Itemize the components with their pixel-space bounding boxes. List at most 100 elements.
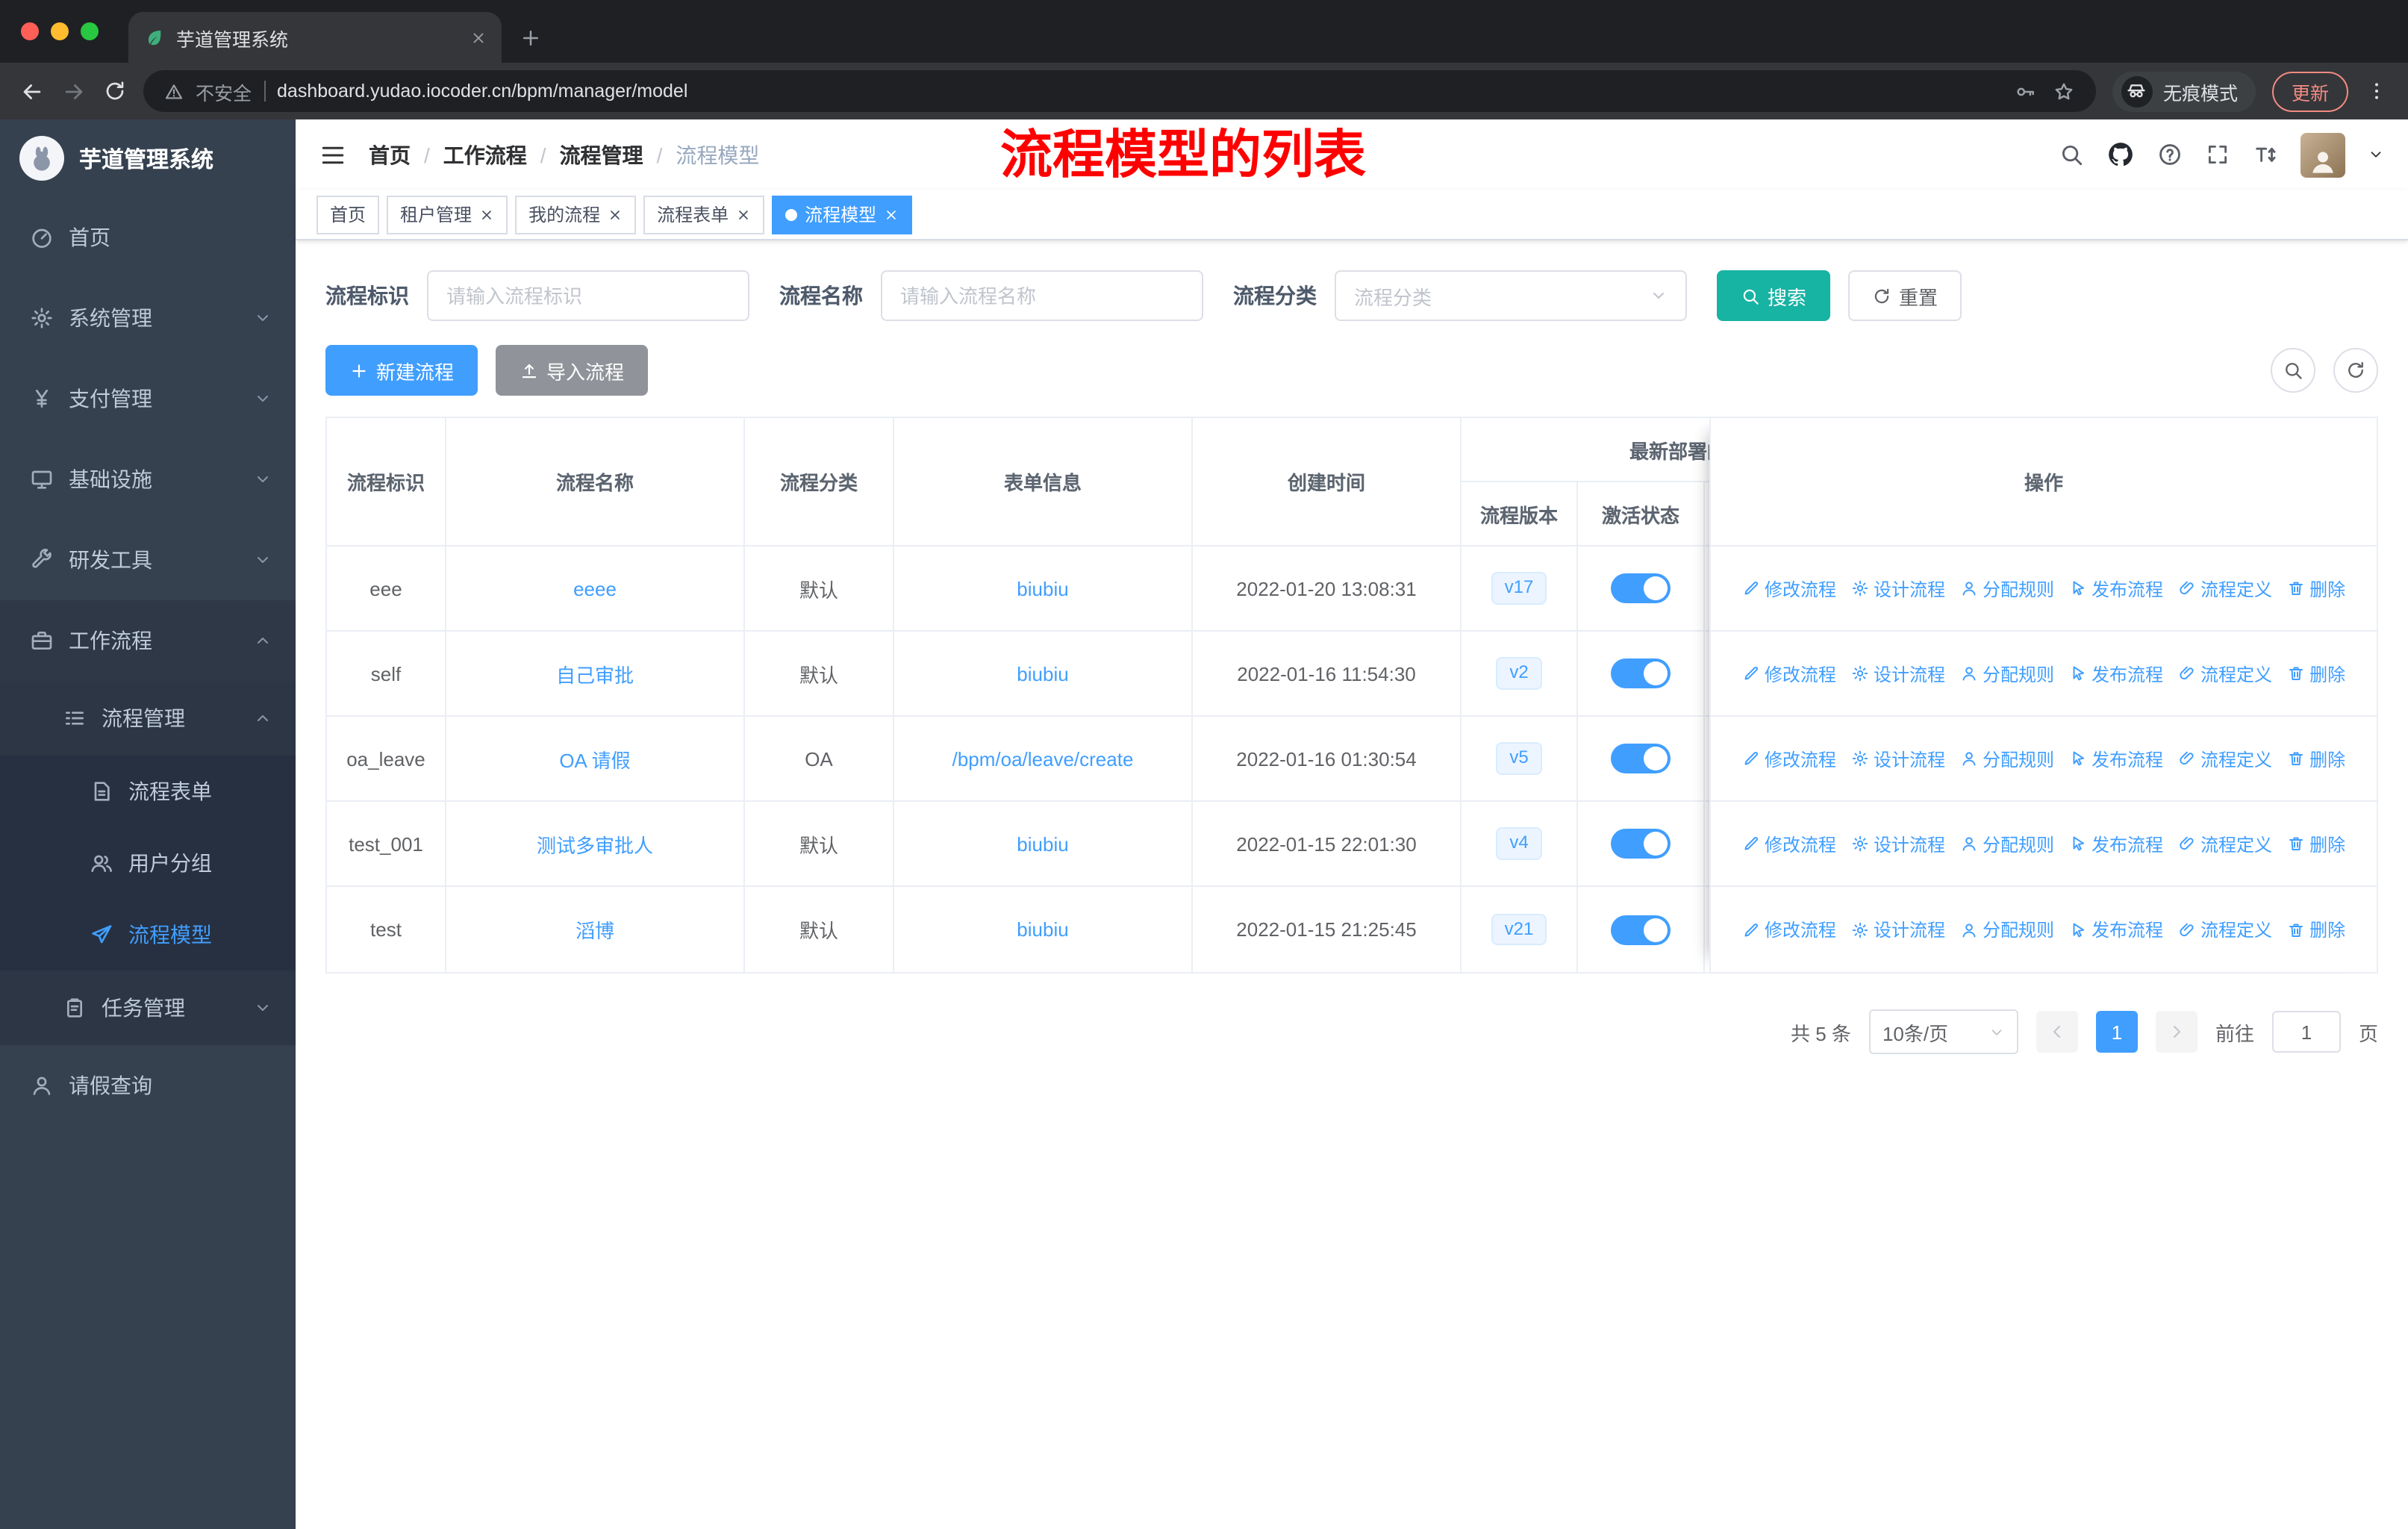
next-page-button[interactable] bbox=[2155, 1011, 2198, 1053]
activation-toggle[interactable] bbox=[1611, 915, 1671, 944]
tag-close-icon[interactable] bbox=[884, 207, 899, 222]
reset-button[interactable]: 重置 bbox=[1848, 270, 1962, 321]
fullscreen-icon[interactable] bbox=[2205, 142, 2230, 167]
reload-button[interactable] bbox=[103, 79, 127, 103]
action-assign-user[interactable]: 分配规则 bbox=[1960, 746, 2054, 771]
process-name-link[interactable]: 滔博 bbox=[576, 915, 614, 944]
action-delete[interactable]: 删除 bbox=[2287, 576, 2345, 601]
window-zoom-button[interactable] bbox=[81, 22, 99, 40]
sidebar-item[interactable]: 系统管理 bbox=[0, 278, 296, 358]
process-name-link[interactable]: 测试多审批人 bbox=[537, 829, 653, 858]
activation-toggle[interactable] bbox=[1611, 573, 1671, 603]
form-link[interactable]: biubiu bbox=[1017, 832, 1068, 855]
window-minimize-button[interactable] bbox=[51, 22, 69, 40]
action-edit[interactable]: 修改流程 bbox=[1742, 831, 1836, 856]
breadcrumb-item[interactable]: 首页 bbox=[369, 140, 411, 169]
action-assign-user[interactable]: 分配规则 bbox=[1960, 831, 2054, 856]
sidebar-item[interactable]: 请假查询 bbox=[0, 1045, 296, 1126]
action-edit[interactable]: 修改流程 bbox=[1742, 917, 1836, 942]
new-tab-button[interactable] bbox=[502, 12, 560, 63]
action-publish[interactable]: 发布流程 bbox=[2069, 917, 2163, 942]
user-avatar[interactable] bbox=[2301, 132, 2345, 177]
form-link[interactable]: biubiu bbox=[1017, 577, 1068, 600]
action-publish[interactable]: 发布流程 bbox=[2069, 831, 2163, 856]
activation-toggle[interactable] bbox=[1611, 744, 1671, 773]
action-delete[interactable]: 删除 bbox=[2287, 661, 2345, 686]
sidebar-item[interactable]: 支付管理 bbox=[0, 358, 296, 439]
action-assign-user[interactable]: 分配规则 bbox=[1960, 661, 2054, 686]
tag-item[interactable]: 租户管理 bbox=[387, 195, 508, 234]
action-publish[interactable]: 发布流程 bbox=[2069, 746, 2163, 771]
action-design[interactable]: 设计流程 bbox=[1851, 746, 1945, 771]
sidebar-item[interactable]: 首页 bbox=[0, 197, 296, 278]
action-definition[interactable]: 流程定义 bbox=[2178, 661, 2272, 686]
search-icon[interactable] bbox=[2059, 142, 2084, 167]
tag-item[interactable]: 流程模型 bbox=[772, 195, 913, 234]
process-name-link[interactable]: 自己审批 bbox=[556, 659, 634, 688]
bookmark-star-icon[interactable] bbox=[2053, 80, 2075, 102]
sidebar-item[interactable]: 工作流程 bbox=[0, 600, 296, 681]
action-assign-user[interactable]: 分配规则 bbox=[1960, 917, 2054, 942]
password-key-icon[interactable] bbox=[2014, 80, 2036, 102]
tag-close-icon[interactable] bbox=[736, 207, 751, 222]
action-delete[interactable]: 删除 bbox=[2287, 917, 2345, 942]
action-design[interactable]: 设计流程 bbox=[1851, 831, 1945, 856]
sidebar-item[interactable]: 流程模型 bbox=[0, 899, 296, 971]
action-edit[interactable]: 修改流程 bbox=[1742, 661, 1836, 686]
action-assign-user[interactable]: 分配规则 bbox=[1960, 576, 2054, 601]
action-definition[interactable]: 流程定义 bbox=[2178, 576, 2272, 601]
prev-page-button[interactable] bbox=[2036, 1011, 2078, 1053]
tag-close-icon[interactable] bbox=[479, 207, 494, 222]
browser-menu-icon[interactable] bbox=[2365, 79, 2389, 103]
goto-page-input[interactable] bbox=[2271, 1011, 2341, 1053]
refresh-table-button[interactable] bbox=[2333, 348, 2378, 393]
form-link[interactable]: biubiu bbox=[1017, 662, 1068, 685]
action-edit[interactable]: 修改流程 bbox=[1742, 576, 1836, 601]
import-process-button[interactable]: 导入流程 bbox=[496, 345, 649, 396]
address-bar[interactable]: 不安全 dashboard.yudao.iocoder.cn/bpm/manag… bbox=[143, 70, 2096, 112]
avatar-caret-icon[interactable] bbox=[2368, 146, 2384, 163]
form-link[interactable]: biubiu bbox=[1017, 918, 1068, 941]
process-name-input[interactable] bbox=[881, 270, 1203, 321]
action-design[interactable]: 设计流程 bbox=[1851, 576, 1945, 601]
breadcrumb-item[interactable]: 流程管理 bbox=[560, 140, 643, 169]
sidebar-item[interactable]: 研发工具 bbox=[0, 520, 296, 600]
window-close-button[interactable] bbox=[21, 22, 39, 40]
action-design[interactable]: 设计流程 bbox=[1851, 661, 1945, 686]
tab-close-icon[interactable] bbox=[470, 29, 487, 46]
action-definition[interactable]: 流程定义 bbox=[2178, 746, 2272, 771]
sidebar-item[interactable]: 任务管理 bbox=[0, 971, 296, 1045]
search-button[interactable]: 搜索 bbox=[1717, 270, 1831, 321]
action-design[interactable]: 设计流程 bbox=[1851, 917, 1945, 942]
back-button[interactable] bbox=[19, 78, 45, 104]
action-delete[interactable]: 删除 bbox=[2287, 831, 2345, 856]
app-logo[interactable]: 芋道管理系统 bbox=[0, 119, 296, 197]
action-definition[interactable]: 流程定义 bbox=[2178, 831, 2272, 856]
help-icon[interactable] bbox=[2157, 142, 2183, 167]
sidebar-item[interactable]: 流程表单 bbox=[0, 756, 296, 827]
tag-item[interactable]: 首页 bbox=[316, 195, 380, 234]
action-definition[interactable]: 流程定义 bbox=[2178, 917, 2272, 942]
action-delete[interactable]: 删除 bbox=[2287, 746, 2345, 771]
font-size-icon[interactable] bbox=[2253, 142, 2278, 167]
sidebar-item[interactable]: 用户分组 bbox=[0, 827, 296, 899]
page-size-select[interactable]: 10条/页 bbox=[1868, 1009, 2018, 1054]
activation-toggle[interactable] bbox=[1611, 829, 1671, 859]
hamburger-icon[interactable] bbox=[319, 141, 346, 168]
sidebar-item[interactable]: 基础设施 bbox=[0, 439, 296, 520]
process-key-input[interactable] bbox=[427, 270, 749, 321]
toggle-search-button[interactable] bbox=[2271, 348, 2315, 393]
activation-toggle[interactable] bbox=[1611, 658, 1671, 688]
forward-button[interactable] bbox=[61, 78, 87, 104]
github-icon[interactable] bbox=[2106, 140, 2135, 169]
tag-close-icon[interactable] bbox=[608, 207, 623, 222]
action-publish[interactable]: 发布流程 bbox=[2069, 661, 2163, 686]
tag-item[interactable]: 流程表单 bbox=[643, 195, 765, 234]
category-select[interactable]: 流程分类 bbox=[1335, 270, 1687, 321]
breadcrumb-item[interactable]: 工作流程 bbox=[443, 140, 527, 169]
page-number-button[interactable]: 1 bbox=[2095, 1011, 2138, 1053]
form-link[interactable]: /bpm/oa/leave/create bbox=[952, 747, 1134, 770]
create-process-button[interactable]: 新建流程 bbox=[325, 345, 478, 396]
process-name-link[interactable]: OA 请假 bbox=[559, 744, 630, 773]
tag-item[interactable]: 我的流程 bbox=[515, 195, 637, 234]
